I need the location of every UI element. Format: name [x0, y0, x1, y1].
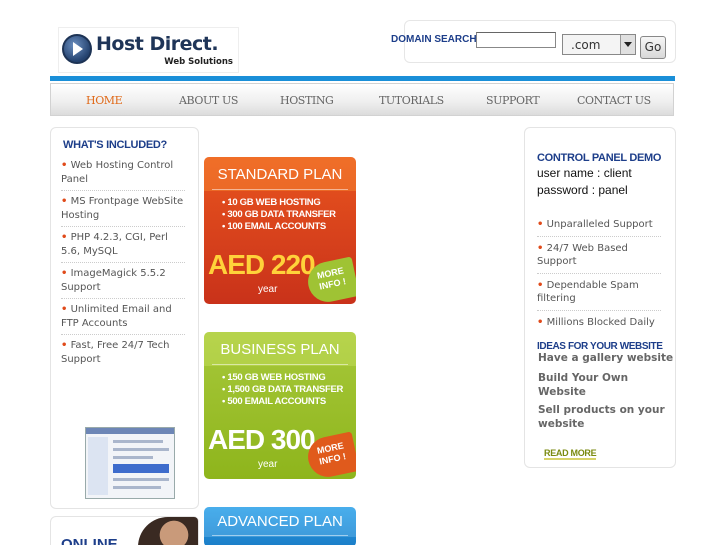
go-button[interactable]: Go	[640, 36, 666, 59]
header-divider	[50, 76, 675, 81]
list-item: • Fast, Free 24/7 Tech Support	[61, 340, 170, 365]
domain-search-label: DOMAIN SEARCH	[391, 34, 477, 45]
read-more-link[interactable]: READ MORE	[544, 448, 597, 460]
idea-link[interactable]: Have a gallery website	[538, 352, 678, 366]
chevron-down-icon[interactable]	[620, 35, 635, 54]
nav-support[interactable]: SUPPORT	[486, 94, 540, 107]
ideas-title: IDEAS FOR YOUR WEBSITE	[537, 341, 663, 352]
plan-name: STANDARD PLAN	[204, 157, 356, 191]
plan-feature: • 1,500 GB DATA TRANSFER	[222, 384, 344, 395]
arrow-circle-icon	[62, 34, 92, 64]
logo-subtitle: Web Solutions	[164, 57, 233, 67]
list-item: • MS Frontpage WebSite Hosting	[61, 195, 185, 227]
plan-name: BUSINESS PLAN	[204, 332, 356, 366]
list-item: • ImageMagick 5.5.2 Support	[61, 267, 185, 299]
plan-features: • 10 GB WEB HOSTING • 300 GB DATA TRANSF…	[222, 197, 336, 233]
list-item: • Unparalleled Support	[537, 218, 661, 237]
plan-period: year	[258, 284, 278, 295]
plan-features: • 150 GB WEB HOSTING • 1,500 GB DATA TRA…	[222, 372, 343, 408]
plan-price: AED 220	[208, 249, 316, 280]
nav-home[interactable]: HOME	[86, 94, 123, 107]
benefits-list: • Unparalleled Support • 24/7 Web Based …	[537, 218, 661, 338]
standard-plan-card[interactable]: STANDARD PLAN • 10 GB WEB HOSTING • 300 …	[204, 157, 356, 304]
list-item: • Dependable Spam filtering	[537, 279, 661, 311]
domain-search-input[interactable]	[476, 32, 556, 48]
plan-period: year	[258, 459, 278, 470]
logo-title: Host Direct.	[96, 33, 219, 55]
plan-feature: • 150 GB WEB HOSTING	[222, 372, 326, 383]
idea-link[interactable]: Sell products on your website	[538, 404, 668, 431]
included-list: • Web Hosting Control Panel • MS Frontpa…	[61, 159, 185, 374]
list-item: • Millions Blocked Daily	[537, 316, 655, 328]
demo-password: password : panel	[537, 183, 628, 197]
business-plan-card[interactable]: BUSINESS PLAN • 150 GB WEB HOSTING • 1,5…	[204, 332, 356, 479]
site-logo[interactable]: Host Direct. Web Solutions	[58, 27, 239, 73]
tld-select[interactable]: .com	[562, 34, 636, 55]
list-item: • Unlimited Email and FTP Accounts	[61, 303, 185, 335]
demo-username: user name : client	[537, 166, 632, 180]
control-panel-demo-title: CONTROL PANEL DEMO	[537, 152, 662, 164]
main-nav: HOME ABOUT US HOSTING TUTORIALS SUPPORT …	[50, 83, 674, 116]
included-title: WHAT'S INCLUDED?	[63, 139, 167, 151]
control-panel-screenshot[interactable]	[85, 427, 175, 499]
advanced-plan-card[interactable]: ADVANCED PLAN	[204, 507, 356, 545]
plan-price: AED 300	[208, 424, 316, 455]
list-item: • PHP 4.2.3, CGI, Perl 5.6, MySQL	[61, 231, 185, 263]
plan-feature: • 100 EMAIL ACCOUNTS	[222, 221, 326, 232]
list-item: • 24/7 Web Based Support	[537, 242, 661, 274]
nav-about-us[interactable]: ABOUT US	[179, 94, 238, 107]
nav-hosting[interactable]: HOSTING	[280, 94, 334, 107]
tld-selected-value: .com	[571, 38, 601, 52]
plan-feature: • 10 GB WEB HOSTING	[222, 197, 321, 208]
plan-feature: • 500 EMAIL ACCOUNTS	[222, 396, 326, 407]
nav-tutorials[interactable]: TUTORIALS	[379, 94, 444, 107]
online-heading: ONLINE	[61, 536, 118, 545]
nav-contact-us[interactable]: CONTACT US	[577, 94, 651, 107]
plan-feature: • 300 GB DATA TRANSFER	[222, 209, 336, 220]
plan-name: ADVANCED PLAN	[204, 507, 356, 537]
idea-link[interactable]: Build Your Own Website	[538, 372, 638, 399]
list-item: • Web Hosting Control Panel	[61, 159, 185, 191]
